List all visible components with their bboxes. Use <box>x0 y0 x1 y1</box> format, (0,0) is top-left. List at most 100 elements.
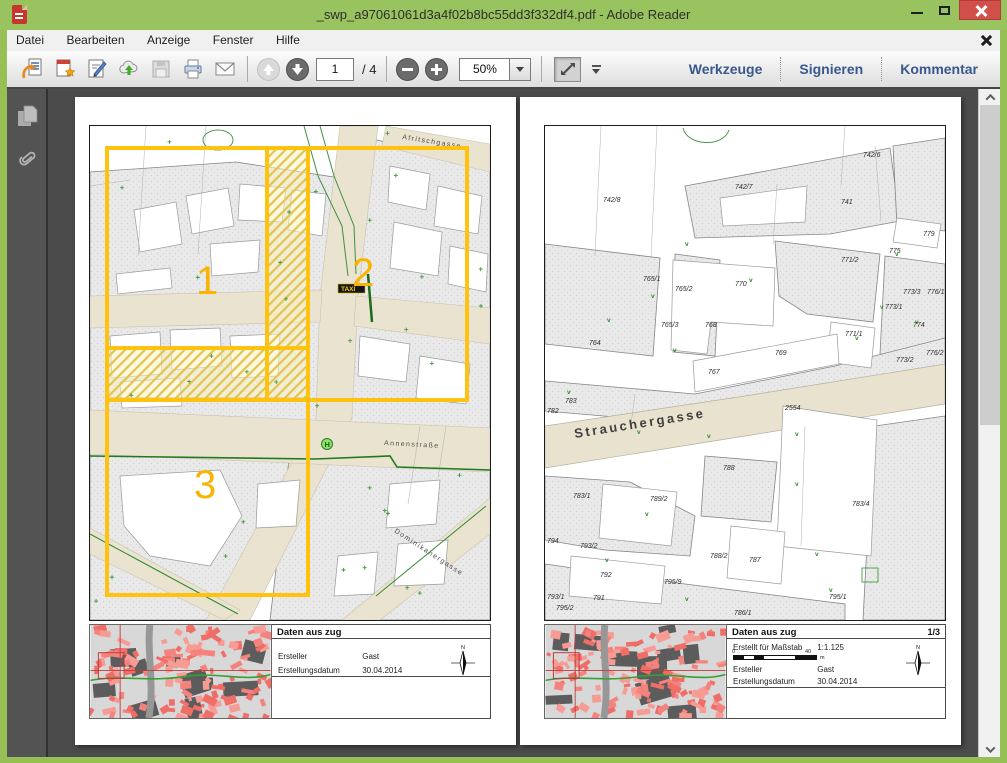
minus-icon <box>397 59 418 80</box>
hstop-text: H <box>325 440 330 449</box>
zoom-level-input[interactable]: 50% <box>459 58 509 81</box>
region-num: 3 <box>194 463 216 507</box>
vertical-scrollbar[interactable] <box>978 89 1000 757</box>
vmark: v <box>685 596 689 603</box>
parcel: 771/2 <box>841 257 859 264</box>
page-thumbnails-button[interactable] <box>16 103 40 129</box>
parcel: 776/1 <box>927 289 945 296</box>
menu-anzeige[interactable]: Anzeige <box>138 30 199 51</box>
parcel: 783/1 <box>573 493 591 500</box>
cloud-upload-icon <box>117 57 141 81</box>
vmark: v <box>685 241 689 248</box>
parcel: 782 <box>547 408 559 415</box>
chevron-down-icon <box>985 743 995 753</box>
vmark: v <box>645 511 649 518</box>
navigation-pane <box>7 89 48 757</box>
document-area: TAXIHAfritschgasseAnnenstraßeDominikaner… <box>7 89 1000 757</box>
legend-title: Daten aus zug <box>272 625 490 639</box>
vmark: v <box>567 389 571 396</box>
scroll-up-button[interactable] <box>979 89 1001 105</box>
email-icon <box>213 57 237 81</box>
compass-icon: N <box>903 643 933 677</box>
create-pdf-icon <box>53 57 77 81</box>
parcel: 765/1 <box>643 276 661 283</box>
arrow-down-icon <box>287 59 308 80</box>
parcel: 741 <box>841 199 853 206</box>
minimize-button[interactable] <box>903 0 931 20</box>
close-menubar-icon[interactable] <box>980 34 992 46</box>
scrollbar-thumb[interactable] <box>980 105 1000 425</box>
print-button[interactable] <box>178 55 208 83</box>
create-pdf-button[interactable] <box>50 55 80 83</box>
menu-fenster[interactable]: Fenster <box>204 30 263 51</box>
parcel: 795/9 <box>664 579 682 586</box>
previous-page-button[interactable] <box>257 58 280 81</box>
parcel: 776/2 <box>926 350 944 357</box>
attachments-button[interactable] <box>16 143 40 169</box>
map-legend-box: Daten aus zug Ersteller Gast Erstellungs… <box>272 624 491 719</box>
page-number-input[interactable]: 1 <box>316 58 354 81</box>
parcel: 783/4 <box>852 501 870 508</box>
menu-bearbeiten[interactable]: Bearbeiten <box>57 30 133 51</box>
vmark: v <box>605 557 609 564</box>
parcel: 791 <box>593 595 605 602</box>
map-legend-box: Daten aus zug 1/3 Erstellt für Maßstab 1… <box>727 624 946 719</box>
resize-arrows-icon <box>558 59 578 79</box>
werkzeuge-button[interactable]: Werkzeuge <box>671 61 781 77</box>
fit-page-toggle[interactable] <box>554 57 581 82</box>
print-icon <box>181 57 205 81</box>
signieren-button[interactable]: Signieren <box>781 61 881 77</box>
legend-label: Ersteller <box>733 665 815 674</box>
parcel: 783 <box>565 398 577 405</box>
vmark: v <box>651 293 655 300</box>
maximize-button[interactable] <box>931 0 959 20</box>
sign-document-button[interactable] <box>82 55 112 83</box>
menu-hilfe[interactable]: Hilfe <box>267 30 309 51</box>
parcel: 771/1 <box>845 331 863 338</box>
legend-value: Gast <box>362 652 379 661</box>
next-page-button[interactable] <box>286 58 309 81</box>
zoom-dropdown-button[interactable] <box>509 58 531 81</box>
parcel: 793/2 <box>580 543 598 550</box>
vmark: v <box>749 277 753 284</box>
page-total-label: / 4 <box>362 62 376 77</box>
overview-map <box>89 624 272 719</box>
chevron-down-icon <box>592 69 600 74</box>
menu-datei[interactable]: Datei <box>7 30 53 51</box>
parcel: 742/7 <box>735 184 754 191</box>
open-file-icon <box>21 57 45 81</box>
save-button[interactable] <box>146 55 176 83</box>
zoom-out-button[interactable] <box>396 58 419 81</box>
sign-document-icon <box>85 57 109 81</box>
close-button[interactable] <box>959 0 1001 20</box>
zoom-in-button[interactable] <box>425 58 448 81</box>
cloud-upload-button[interactable] <box>114 55 144 83</box>
vmark: v <box>829 587 833 594</box>
legend-value: Gast <box>817 665 834 674</box>
scroll-down-button[interactable] <box>979 741 1001 757</box>
more-tools-dropdown[interactable] <box>589 62 603 76</box>
vmark: v <box>607 317 611 324</box>
parcel: 794 <box>547 538 559 545</box>
scale-tick: m <box>820 655 825 661</box>
legend-label: Erstellt für Maßstab <box>733 643 815 652</box>
legend-label: Erstellungsdatum <box>278 666 360 675</box>
menu-bar: Datei Bearbeiten Anzeige Fenster Hilfe <box>7 30 1000 51</box>
vmark: v <box>795 431 799 438</box>
parcel: 792 <box>600 572 612 579</box>
parcel: 770 <box>735 281 747 288</box>
email-button[interactable] <box>210 55 240 83</box>
scale-bar <box>733 655 817 660</box>
open-file-button[interactable] <box>18 55 48 83</box>
parcel: 788/2 <box>710 553 728 560</box>
parcel: 789/2 <box>650 496 668 503</box>
parcel: 765/3 <box>661 322 679 329</box>
legend-title: Daten aus zug <box>727 625 945 639</box>
legend-value: 1:1.125 <box>817 643 844 652</box>
parcel: 787 <box>749 557 762 564</box>
title-bar: _swp_a97061061d3a4f02b8bc55dd3f332df4.pd… <box>0 0 1007 30</box>
cadastral-map-2: vvvvvvvvvvvvvvvvvvvStrauchergasse742/674… <box>544 125 946 621</box>
plus-icon <box>426 59 447 80</box>
arrow-up-icon <box>258 59 279 80</box>
kommentar-button[interactable]: Kommentar <box>882 61 996 77</box>
